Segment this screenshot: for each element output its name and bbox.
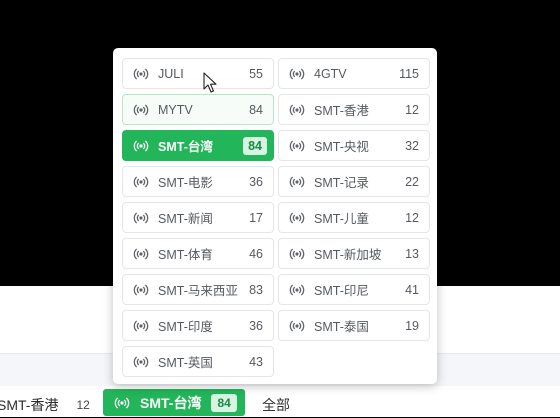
broadcast-icon [133, 356, 149, 367]
broadcast-icon [289, 248, 305, 259]
broadcast-icon [289, 212, 305, 223]
channel-group-label: SMT-印尼 [314, 284, 369, 298]
channel-group-label: MYTV [158, 102, 193, 117]
channel-group-count: 43 [249, 354, 263, 369]
channel-group-label: SMT-体育 [158, 248, 213, 262]
channel-group-count: 55 [249, 66, 263, 81]
channel-group-count: 12 [405, 210, 419, 225]
channel-group-count: 83 [249, 282, 263, 297]
channel-group-label: SMT-电影 [158, 176, 213, 190]
broadcast-icon [133, 248, 149, 259]
channel-group-label: SMT-英国 [158, 356, 213, 370]
channel-group-label: SMT-香港 [314, 104, 369, 118]
broadcast-icon [133, 104, 149, 115]
channel-group-chip[interactable]: SMT-电影 36 [122, 166, 274, 197]
channel-group-count: 19 [405, 318, 419, 333]
filter-all-label: 全部 [262, 396, 290, 413]
channel-group-label: SMT-新加坡 [314, 248, 382, 262]
filter-chip-label: SMT-台湾 [140, 394, 202, 411]
channel-group-count: 84 [249, 102, 263, 117]
channel-group-chip[interactable]: SMT-英国 43 [122, 346, 274, 377]
broadcast-icon [289, 284, 305, 295]
channel-group-count: 32 [405, 138, 419, 153]
channel-group-chip[interactable]: SMT-儿童 12 [278, 202, 430, 233]
broadcast-icon [289, 68, 305, 79]
broadcast-icon [133, 140, 149, 151]
channel-group-label: SMT-台湾 [158, 140, 213, 154]
channel-group-chip[interactable]: SMT-泰国 19 [278, 310, 430, 341]
broadcast-icon [133, 68, 149, 79]
filter-chip-count-badge: 84 [211, 393, 237, 412]
channel-group-label: SMT-泰国 [314, 320, 369, 334]
filter-chip-count: 12 [76, 397, 90, 412]
channel-group-label: 4GTV [314, 66, 347, 81]
channel-group-label: SMT-马来西亚 [158, 284, 238, 298]
channel-group-count: 36 [249, 174, 263, 189]
filter-all-button[interactable]: 全部 [262, 391, 290, 418]
channel-group-chip[interactable]: MYTV 84 [122, 94, 274, 125]
broadcast-icon [133, 320, 149, 331]
channel-group-count: 46 [249, 246, 263, 261]
channel-group-grid: JULI 55 4GTV 115 MYTV 84 SMT-香港 12 SMT-台湾 84 SMT-央… [122, 58, 430, 377]
channel-group-count: 84 [243, 136, 267, 155]
broadcast-icon [133, 212, 149, 223]
filter-chip-active[interactable]: SMT-台湾 84 [103, 389, 245, 416]
channel-group-count: 22 [405, 174, 419, 189]
channel-group-chip[interactable]: SMT-新加坡 13 [278, 238, 430, 269]
channel-group-count: 17 [249, 210, 263, 225]
channel-group-count: 36 [249, 318, 263, 333]
channel-group-label: SMT-新闻 [158, 212, 213, 226]
filter-chip-label: SMT-香港 [0, 396, 59, 413]
channel-group-chip[interactable]: SMT-体育 46 [122, 238, 274, 269]
channel-group-chip[interactable]: SMT-印尼 41 [278, 274, 430, 305]
channel-group-popover: JULI 55 4GTV 115 MYTV 84 SMT-香港 12 SMT-台湾 84 SMT-央… [113, 48, 437, 384]
channel-group-count: 115 [399, 66, 419, 81]
channel-group-label: SMT-央视 [314, 140, 369, 154]
broadcast-icon [114, 397, 130, 408]
broadcast-icon [289, 176, 305, 187]
broadcast-icon [289, 104, 305, 115]
channel-group-chip[interactable]: SMT-香港 12 [278, 94, 430, 125]
channel-group-label: SMT-记录 [314, 176, 369, 190]
channel-group-label: SMT-儿童 [314, 212, 369, 226]
channel-group-label: SMT-印度 [158, 320, 213, 334]
channel-group-count: 13 [405, 246, 419, 261]
broadcast-icon [133, 284, 149, 295]
channel-group-chip[interactable]: SMT-马来西亚 83 [122, 274, 274, 305]
channel-group-chip[interactable]: SMT-台湾 84 [122, 130, 274, 161]
group-filter-bar: SMT-香港 12 SMT-台湾 84 全部 [0, 388, 560, 417]
broadcast-icon [289, 140, 305, 151]
channel-group-chip[interactable]: SMT-央视 32 [278, 130, 430, 161]
channel-group-chip[interactable]: 4GTV 115 [278, 58, 430, 89]
broadcast-icon [133, 176, 149, 187]
channel-group-chip[interactable]: SMT-新闻 17 [122, 202, 274, 233]
channel-group-chip[interactable]: SMT-印度 36 [122, 310, 274, 341]
channel-group-count: 41 [405, 282, 419, 297]
channel-group-count: 12 [405, 102, 419, 117]
mouse-cursor-icon [203, 72, 217, 93]
channel-group-chip[interactable]: SMT-记录 22 [278, 166, 430, 197]
channel-group-chip[interactable]: JULI 55 [122, 58, 274, 89]
broadcast-icon [289, 320, 305, 331]
filter-chip-previous[interactable]: SMT-香港 12 [0, 391, 90, 418]
